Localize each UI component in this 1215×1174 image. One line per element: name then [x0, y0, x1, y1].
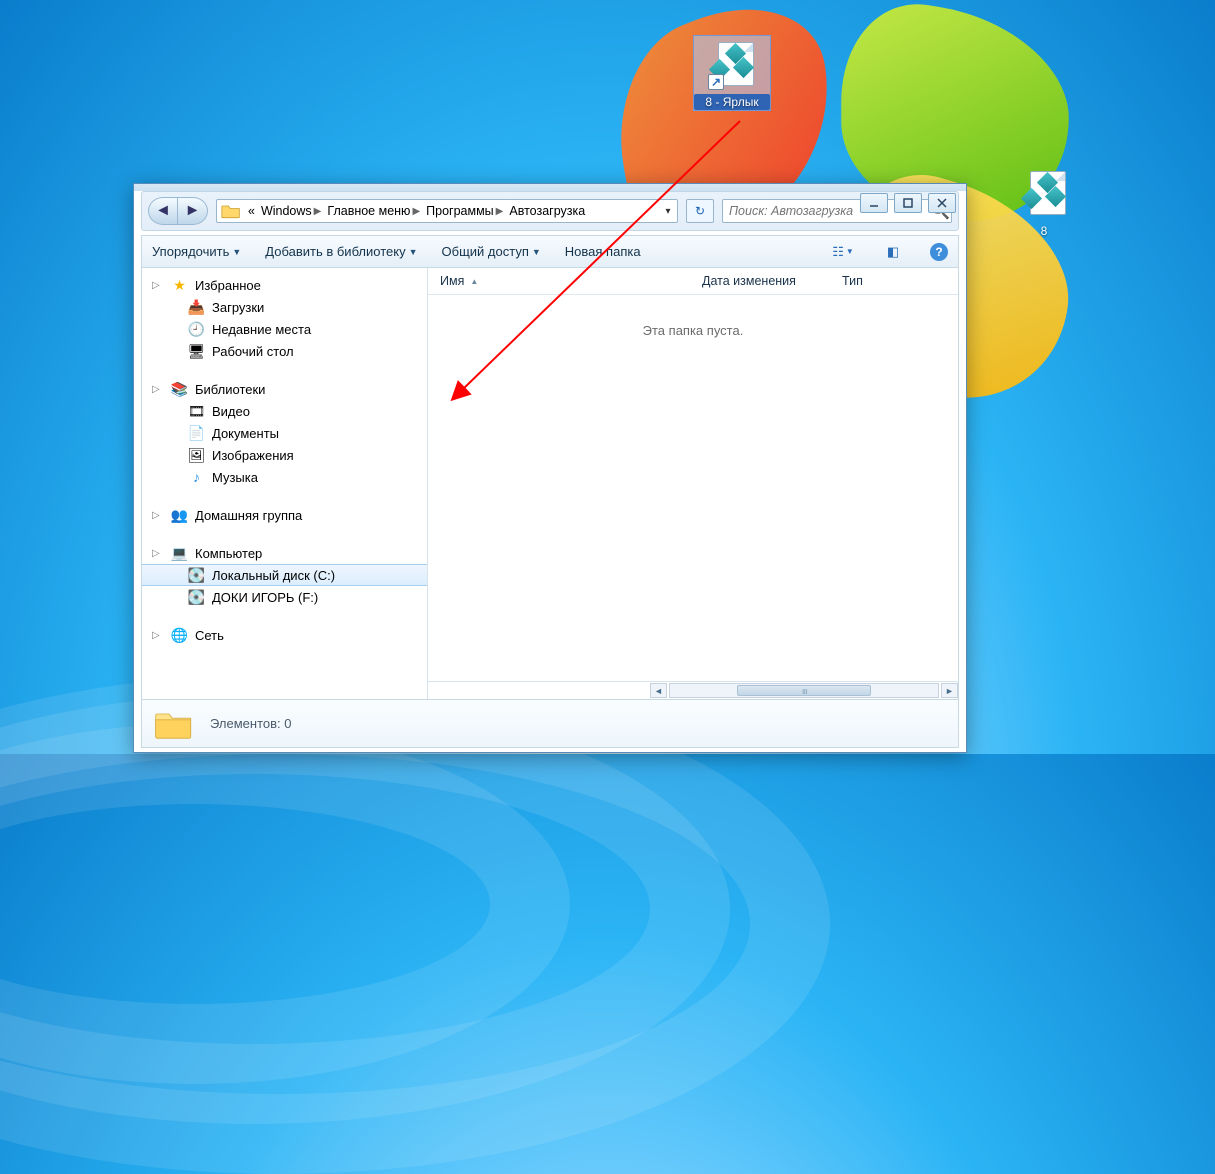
- star-icon: ★: [171, 277, 188, 294]
- nav-bar: ◄ ► « Windows▶ Главное меню▶ Программы▶ …: [141, 191, 959, 231]
- downloads-icon: 📥: [188, 299, 205, 316]
- nav-forward-button[interactable]: ►: [178, 197, 208, 225]
- sidebar-item-desktop[interactable]: 🖥Рабочий стол: [142, 340, 427, 362]
- desktop-app-8[interactable]: 8: [1005, 165, 1083, 239]
- column-type[interactable]: Тип: [830, 274, 958, 288]
- empty-folder-text: Эта папка пуста.: [643, 323, 744, 681]
- nav-back-button[interactable]: ◄: [148, 197, 178, 225]
- address-bar[interactable]: « Windows▶ Главное меню▶ Программы▶ Авто…: [216, 199, 678, 223]
- breadcrumb-windows[interactable]: Windows▶: [258, 204, 324, 218]
- address-dropdown[interactable]: ▾: [659, 206, 677, 217]
- pictures-icon: 🖼: [188, 447, 205, 464]
- view-options-button[interactable]: ☷▼: [830, 241, 856, 263]
- sidebar-item-drive-c[interactable]: 💽Локальный диск (C:): [142, 564, 427, 586]
- sidebar-item-music[interactable]: ♪Музыка: [142, 466, 427, 488]
- sidebar-network[interactable]: ▷🌐Сеть: [142, 624, 427, 646]
- refresh-button[interactable]: ↻: [686, 199, 714, 223]
- desktop-app-label: 8: [1005, 223, 1083, 239]
- sidebar-item-downloads[interactable]: 📥Загрузки: [142, 296, 427, 318]
- help-button[interactable]: ?: [930, 243, 948, 261]
- scroll-thumb[interactable]: [737, 685, 871, 696]
- toolbar: Упорядочить▼ Добавить в библиотеку▼ Общи…: [141, 235, 959, 268]
- regedit-icon: [1018, 169, 1070, 221]
- documents-icon: 📄: [188, 425, 205, 442]
- horizontal-scrollbar: ◄ ►: [428, 681, 958, 699]
- desktop-icon: 🖥: [188, 343, 205, 360]
- nav-pane: ▷★Избранное 📥Загрузки 🕘Недавние места 🖥Р…: [142, 268, 428, 699]
- sidebar-computer[interactable]: ▷💻Компьютер: [142, 542, 427, 564]
- sort-asc-icon: ▲: [470, 277, 478, 286]
- preview-pane-button[interactable]: ◧: [880, 241, 906, 263]
- video-icon: 🎞: [188, 403, 205, 420]
- sidebar-item-drive-f[interactable]: 💽ДОКИ ИГОРЬ (F:): [142, 586, 427, 608]
- computer-icon: 💻: [171, 545, 188, 562]
- recent-icon: 🕘: [188, 321, 205, 338]
- folder-icon: [154, 706, 194, 742]
- breadcrumb-prefix[interactable]: «: [245, 204, 258, 218]
- new-folder-button[interactable]: Новая папка: [565, 244, 641, 259]
- desktop-shortcut-label: 8 - Ярлык: [694, 94, 770, 110]
- breadcrumb-startup[interactable]: Автозагрузка: [506, 204, 588, 218]
- window-controls: [860, 193, 956, 213]
- maximize-button[interactable]: [894, 193, 922, 213]
- network-icon: 🌐: [171, 627, 188, 644]
- column-name[interactable]: Имя▲: [428, 274, 690, 288]
- breadcrumb-programs[interactable]: Программы▶: [423, 204, 506, 218]
- scroll-track[interactable]: [669, 683, 939, 698]
- sidebar-item-documents[interactable]: 📄Документы: [142, 422, 427, 444]
- music-icon: ♪: [188, 469, 205, 486]
- status-label: Элементов: 0: [210, 716, 292, 731]
- drive-icon: 💽: [188, 567, 205, 584]
- breadcrumb-start-menu[interactable]: Главное меню▶: [324, 204, 423, 218]
- organize-button[interactable]: Упорядочить▼: [152, 244, 241, 259]
- folder-icon: [221, 202, 241, 220]
- libraries-icon: 📚: [171, 381, 188, 398]
- shortcut-overlay-icon: ↗: [708, 74, 724, 90]
- drive-icon: 💽: [188, 589, 205, 606]
- sidebar-item-video[interactable]: 🎞Видео: [142, 400, 427, 422]
- sidebar-favorites[interactable]: ▷★Избранное: [142, 274, 427, 296]
- scroll-left-button[interactable]: ◄: [650, 683, 667, 698]
- minimize-button[interactable]: [860, 193, 888, 213]
- desktop-shortcut-8[interactable]: ↗ 8 - Ярлык: [693, 35, 771, 111]
- scroll-right-button[interactable]: ►: [941, 683, 958, 698]
- sidebar-homegroup[interactable]: ▷👥Домашняя группа: [142, 504, 427, 526]
- close-button[interactable]: [928, 193, 956, 213]
- sidebar-item-pictures[interactable]: 🖼Изображения: [142, 444, 427, 466]
- regedit-icon: ↗: [706, 40, 758, 92]
- sidebar-libraries[interactable]: ▷📚Библиотеки: [142, 378, 427, 400]
- add-to-library-button[interactable]: Добавить в библиотеку▼: [265, 244, 417, 259]
- homegroup-icon: 👥: [171, 507, 188, 524]
- explorer-window: ◄ ► « Windows▶ Главное меню▶ Программы▶ …: [133, 183, 967, 753]
- column-date[interactable]: Дата изменения: [690, 274, 830, 288]
- share-button[interactable]: Общий доступ▼: [442, 244, 541, 259]
- status-bar: Элементов: 0: [141, 700, 959, 748]
- sidebar-item-recent[interactable]: 🕘Недавние места: [142, 318, 427, 340]
- empty-folder-area[interactable]: Эта папка пуста.: [428, 295, 958, 681]
- column-headers: Имя▲ Дата изменения Тип: [428, 268, 958, 295]
- file-list-area: Имя▲ Дата изменения Тип Эта папка пуста.…: [428, 268, 958, 699]
